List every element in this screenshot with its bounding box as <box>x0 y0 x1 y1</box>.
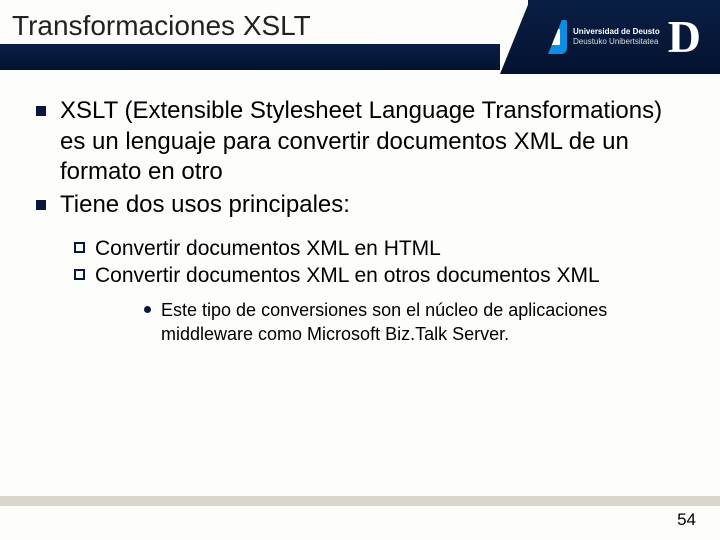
list-item: Convertir documentos XML en HTML <box>74 235 688 262</box>
university-logo: Universidad de Deusto Deustuko Unibertsi… <box>500 0 720 74</box>
hollow-square-bullet-icon <box>74 269 85 280</box>
slide-content: XSLT (Extensible Stylesheet Language Tra… <box>0 74 720 346</box>
hollow-square-bullet-icon <box>74 242 85 253</box>
list-item: Convertir documentos XML en otros docume… <box>74 262 688 289</box>
square-bullet-icon <box>36 106 46 116</box>
sub-bullet-text: Convertir documentos XML en HTML <box>95 235 441 262</box>
logo-letter: D <box>666 14 703 60</box>
sub-list: Convertir documentos XML en HTML Convert… <box>36 223 688 346</box>
logo-text: Universidad de Deusto Deustuko Unibertsi… <box>573 27 660 46</box>
logo-line1: Universidad de Deusto <box>573 27 660 37</box>
page-number: 54 <box>677 510 696 530</box>
list-item: XSLT (Extensible Stylesheet Language Tra… <box>36 96 688 188</box>
list-item: Este tipo de conversiones son el núcleo … <box>144 299 688 346</box>
list-item: Tiene dos usos principales: <box>36 190 688 221</box>
slide-header: Transformaciones XSLT Universidad de Deu… <box>0 0 720 74</box>
slide-title: Transformaciones XSLT <box>12 10 311 42</box>
bullet-text: Tiene dos usos principales: <box>60 190 350 221</box>
sub-bullet-text: Convertir documentos XML en otros docume… <box>95 262 600 289</box>
footer-stripe <box>0 496 720 506</box>
bullet-text: XSLT (Extensible Stylesheet Language Tra… <box>60 96 688 188</box>
subsub-list: Este tipo de conversiones son el núcleo … <box>74 289 688 346</box>
square-bullet-icon <box>36 200 46 210</box>
logo-line2: Deustuko Unibertsitatea <box>573 37 660 47</box>
header-dark-bar <box>0 44 500 70</box>
subsub-bullet-text: Este tipo de conversiones son el núcleo … <box>161 299 688 346</box>
dot-bullet-icon <box>144 306 151 313</box>
